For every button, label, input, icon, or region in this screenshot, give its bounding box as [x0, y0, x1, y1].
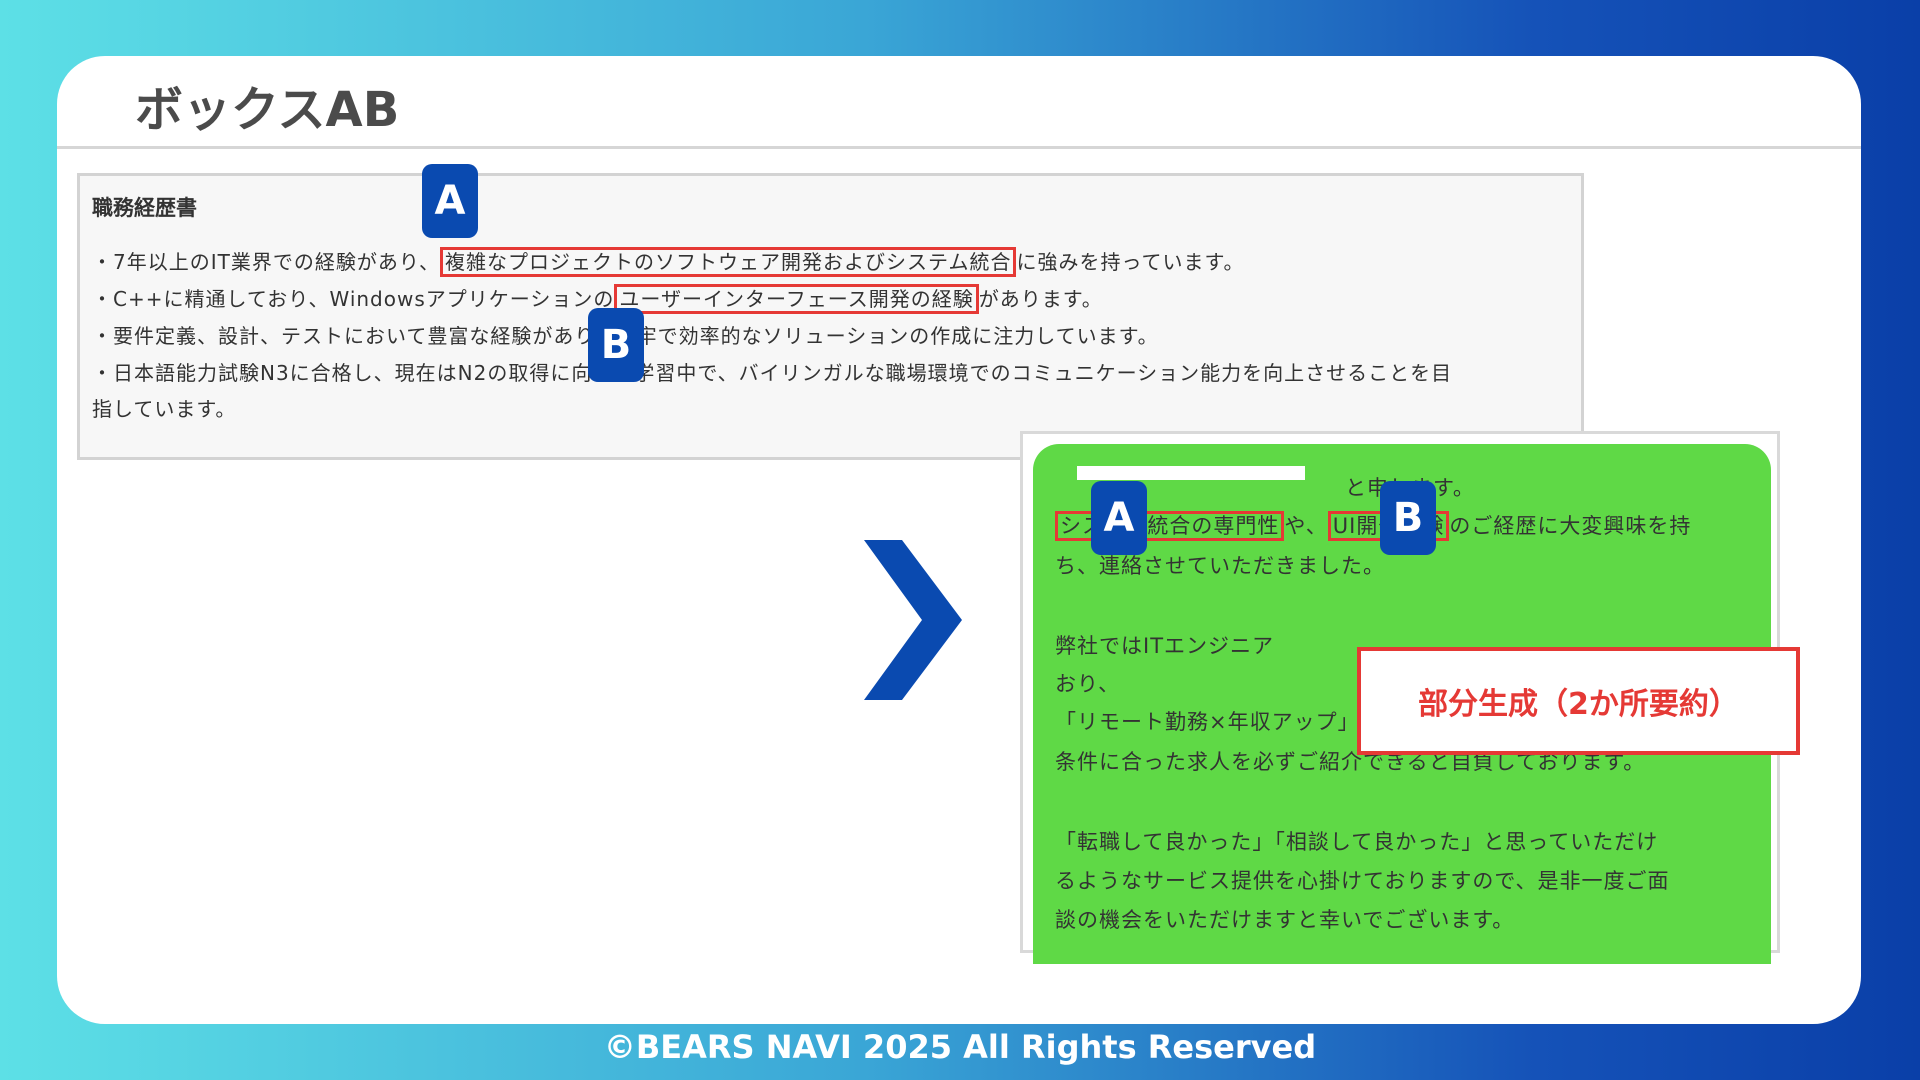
- email-line-9: 談の機会をいただけますと幸いでございます。: [1055, 908, 1515, 932]
- badge-b-resume: B: [588, 308, 644, 382]
- partial-generation-label: 部分生成（2か所要約）: [1357, 647, 1800, 755]
- resume-heading: 職務経歴書: [92, 196, 197, 220]
- resume-line-1-post: に強みを持っています。: [1016, 250, 1245, 274]
- badge-a-resume: A: [422, 164, 478, 238]
- highlight-a-resume: 複雑なプロジェクトのソフトウェア開発およびシステム統合: [440, 247, 1017, 277]
- title-divider: [57, 146, 1861, 149]
- resume-line-1: ・7年以上のIT業界での経験があり、 複雑なプロジェクトのソフトウェア開発およびシ…: [92, 246, 1245, 277]
- email-line-1-post: のご経歴に大変興味を持: [1449, 514, 1692, 538]
- email-line-1-mid: や、: [1284, 514, 1328, 538]
- resume-line-2-post: があります。: [978, 287, 1103, 311]
- email-line-1: システム統合の専門性や、UI開発経験のご経歴に大変興味を持: [1055, 510, 1692, 541]
- email-line-8: るようなサービス提供を心掛けておりますので、是非一度ご面: [1055, 869, 1670, 893]
- slide-title: ボックスAB: [135, 82, 400, 138]
- badge-a-email: A: [1091, 481, 1147, 555]
- resume-line-2-pre: ・C++に精通しており、Windowsアプリケーションの: [92, 287, 615, 311]
- resume-box: 職務経歴書 ・7年以上のIT業界での経験があり、 複雑なプロジェクトのソフトウェア…: [77, 173, 1584, 460]
- email-line-3: 弊社ではITエンジニア: [1055, 634, 1275, 658]
- copyright-footer: ©BEARS NAVI 2025 All Rights Reserved: [603, 1028, 1317, 1066]
- redacted-strip: [1077, 466, 1305, 480]
- highlight-b-resume: ユーザーインターフェース開発の経験: [614, 284, 979, 314]
- email-line-7: 「転職して良かった」「相談して良かった」と思っていただけ: [1055, 830, 1659, 854]
- badge-b-email: B: [1380, 481, 1436, 555]
- resume-line-5: 指しています。: [92, 397, 237, 421]
- highlight-a-email: システム統合の専門性: [1055, 511, 1285, 541]
- chevron-right-icon: [864, 540, 962, 700]
- resume-line-4: ・日本語能力試験N3に合格し、現在はN2の取得に向けて学習中で、バイリンガルな職…: [92, 361, 1453, 385]
- email-line-4: おり、: [1055, 672, 1121, 696]
- resume-line-1-pre: ・7年以上のIT業界での経験があり、: [92, 250, 441, 274]
